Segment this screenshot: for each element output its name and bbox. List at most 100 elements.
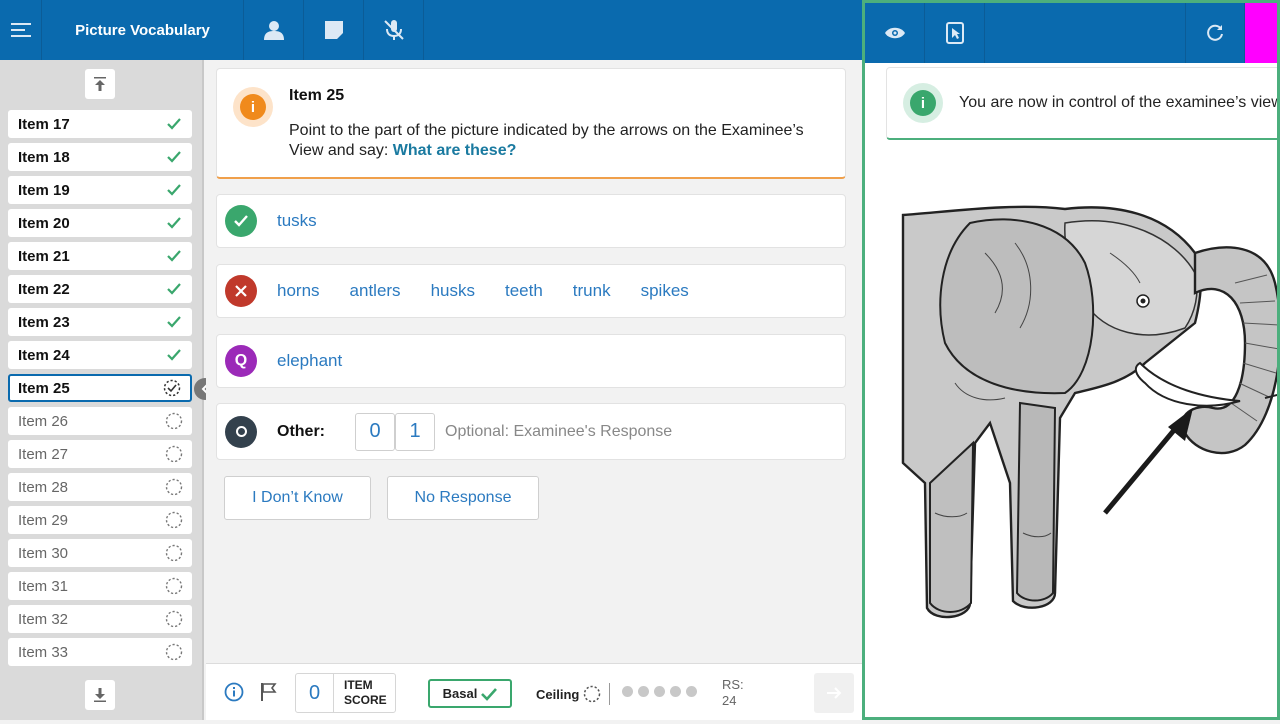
pending-circle-icon <box>165 478 183 496</box>
pending-circle-icon <box>165 445 183 463</box>
notes-button[interactable] <box>304 0 364 60</box>
scroll-to-bottom-button[interactable] <box>85 680 115 710</box>
sidebar-item[interactable]: Item 24 <box>8 341 192 369</box>
basal-status: Basal <box>428 679 512 708</box>
check-icon <box>481 687 498 701</box>
incorrect-responses-row: horns antlers husks teeth trunk spikes <box>216 264 846 318</box>
sidebar-item[interactable]: Item 30 <box>8 539 192 567</box>
check-icon <box>167 316 181 328</box>
sidebar-item[interactable]: Item 32 <box>8 605 192 633</box>
sidebar-item[interactable]: Item 23 <box>8 308 192 336</box>
item-score-box: 0 ITEM SCORE <box>295 673 396 713</box>
instruction-text: Point to the part of the picture indicat… <box>289 122 804 159</box>
other-response-row: Other: 0 1 Optional: Examinee's Response <box>216 403 846 460</box>
sidebar-item[interactable]: Item 21 <box>8 242 192 270</box>
sidebar-item[interactable]: Item 20 <box>8 209 192 237</box>
dont-know-button[interactable]: I Don’t Know <box>224 476 371 520</box>
sidebar-item-label: Item 19 <box>18 181 70 199</box>
incorrect-options: horns antlers husks teeth trunk spikes <box>277 281 719 301</box>
flag-icon <box>261 683 277 701</box>
sidebar-item-label: Item 26 <box>18 412 69 430</box>
sidebar-item-label: Item 24 <box>18 346 70 364</box>
pending-circle-icon <box>165 511 183 529</box>
scroll-to-top-button[interactable] <box>85 69 115 99</box>
query-option[interactable]: elephant <box>277 351 342 371</box>
menu-button[interactable] <box>0 0 42 60</box>
elephant-illustration <box>901 205 1277 619</box>
check-icon <box>167 118 181 130</box>
info-circle-icon <box>224 682 244 702</box>
incorrect-option[interactable]: teeth <box>505 281 543 301</box>
person-icon <box>263 21 284 40</box>
magenta-indicator <box>1245 3 1277 63</box>
control-examinee-button[interactable] <box>925 3 985 63</box>
item-score-label-line2: SCORE <box>344 693 387 707</box>
sidebar-item[interactable]: Item 29 <box>8 506 192 534</box>
bottom-bar: 0 ITEM SCORE Basal Ceiling RS: 24 <box>206 663 862 720</box>
preview-button[interactable] <box>865 3 925 63</box>
top-bar: Picture Vocabulary <box>0 0 862 60</box>
sidebar-item-label: Item 18 <box>18 148 70 166</box>
ceiling-progress-dots <box>622 686 702 697</box>
control-notice-text: You are now in control of the examinee’s… <box>959 94 1280 111</box>
incorrect-option[interactable]: horns <box>277 281 320 301</box>
examinee-view-panel: i You are now in control of the examinee… <box>862 0 1280 720</box>
other-label: Other: <box>277 422 325 440</box>
item-title: Item 25 <box>289 87 345 104</box>
arrow-down-to-bottom-icon <box>94 688 106 702</box>
sidebar-item-label: Item 17 <box>18 115 70 133</box>
check-icon <box>167 217 181 229</box>
sidebar-item-label: Item 21 <box>18 247 70 265</box>
sidebar-item-label: Item 25 <box>18 379 70 397</box>
check-icon <box>167 184 181 196</box>
sidebar-item-label: Item 30 <box>18 544 69 562</box>
app-title: Picture Vocabulary <box>42 0 244 60</box>
correct-responses-row: tusks <box>216 194 846 248</box>
flag-button[interactable] <box>260 682 278 702</box>
sidebar-item[interactable]: Item 25 <box>8 374 192 402</box>
raw-score-label: RS: <box>722 677 744 692</box>
sidebar-item[interactable]: Item 26 <box>8 407 192 435</box>
microphone-button[interactable] <box>364 0 424 60</box>
examinee-response-input[interactable]: Optional: Examinee's Response <box>445 423 672 441</box>
pending-circle-icon <box>165 544 183 562</box>
no-response-button[interactable]: No Response <box>387 476 539 520</box>
incorrect-option[interactable]: antlers <box>350 281 401 301</box>
other-score-0-button[interactable]: 0 <box>355 412 395 451</box>
sidebar-item[interactable]: Item 33 <box>8 638 192 666</box>
in-progress-icon <box>163 379 181 397</box>
item-score-label-line1: ITEM <box>344 678 373 692</box>
correct-option[interactable]: tusks <box>277 211 317 231</box>
pending-circle-icon <box>584 685 601 703</box>
sidebar-item-label: Item 23 <box>18 313 70 331</box>
pending-circle-icon <box>165 643 183 661</box>
correct-check-icon <box>225 205 257 237</box>
sidebar-item[interactable]: Item 27 <box>8 440 192 468</box>
sidebar-item-label: Item 31 <box>18 577 69 595</box>
examinee-view-toolbar <box>865 3 1277 63</box>
tablet-touch-icon <box>945 22 964 44</box>
next-item-button[interactable] <box>814 673 854 713</box>
sidebar-item[interactable]: Item 28 <box>8 473 192 501</box>
main-panel: i Item 25 Point to the part of the pictu… <box>206 60 862 663</box>
sidebar-item-label: Item 20 <box>18 214 70 232</box>
other-score-1-button[interactable]: 1 <box>395 412 435 451</box>
examinee-info-button[interactable] <box>244 0 304 60</box>
query-responses-row: Q elephant <box>216 334 846 388</box>
basal-label: Basal <box>442 686 478 701</box>
sidebar-item[interactable]: Item 18 <box>8 143 192 171</box>
refresh-button[interactable] <box>1185 3 1245 63</box>
sidebar-item[interactable]: Item 31 <box>8 572 192 600</box>
check-icon <box>167 283 181 295</box>
sidebar-item[interactable]: Item 19 <box>8 176 192 204</box>
microphone-off-icon <box>383 20 404 40</box>
sidebar-item[interactable]: Item 17 <box>8 110 192 138</box>
incorrect-option[interactable]: trunk <box>573 281 611 301</box>
incorrect-option[interactable]: husks <box>431 281 475 301</box>
pending-circle-icon <box>165 577 183 595</box>
item-info-button[interactable] <box>224 682 244 702</box>
query-q-icon: Q <box>225 345 257 377</box>
sidebar-item[interactable]: Item 22 <box>8 275 192 303</box>
raw-score: RS: 24 <box>722 677 744 709</box>
incorrect-option[interactable]: spikes <box>641 281 689 301</box>
